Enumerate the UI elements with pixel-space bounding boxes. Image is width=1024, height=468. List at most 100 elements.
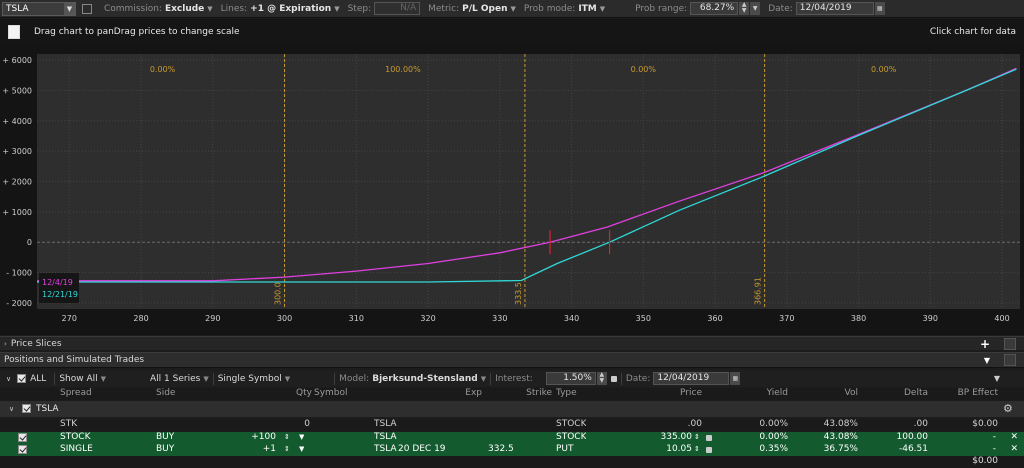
y-tick-label: + 5000	[2, 86, 32, 95]
show-all-filter[interactable]: Show All	[59, 374, 97, 384]
cell-strike[interactable]: 332.5	[488, 444, 514, 456]
chevron-right-icon[interactable]: ›	[4, 340, 7, 348]
commission-value[interactable]: Exclude	[165, 4, 204, 14]
lock-icon[interactable]	[610, 375, 617, 382]
cell-price[interactable]: 10.05	[630, 444, 692, 456]
close-icon[interactable]: ✕	[1010, 444, 1018, 454]
cell-side[interactable]: BUY	[156, 444, 216, 456]
x-tick-label: 360	[707, 314, 722, 323]
chart-mode-icon[interactable]	[82, 3, 92, 14]
close-icon[interactable]: ✕	[1010, 432, 1018, 442]
interest-field[interactable]: 1.50%	[545, 372, 596, 385]
price-slices-bar[interactable]: › Price Slices +	[0, 336, 1024, 351]
col-yield[interactable]: Yield	[720, 388, 788, 400]
col-type[interactable]: Type	[556, 388, 616, 400]
panel-button[interactable]	[1004, 337, 1016, 350]
y-tick-label: + 3000	[2, 147, 32, 156]
series-filter[interactable]: All 1 Series	[150, 374, 200, 384]
date-field[interactable]: 12/04/2019	[795, 2, 874, 15]
cell-type[interactable]: PUT	[556, 444, 574, 456]
stepper-icon[interactable]: ⇕	[284, 432, 290, 444]
positions-controls: ∨ ALL Show All ▼ All 1 Series ▼ Single S…	[0, 370, 1024, 387]
stepper-icon[interactable]: ▲ ▼	[596, 372, 607, 385]
metric-value[interactable]: P/L Open	[462, 4, 507, 14]
cell-spread: STK	[60, 419, 78, 429]
chevron-down-icon[interactable]: ▼	[600, 5, 605, 13]
table-row[interactable]: STK 0 TSLA STOCK .00 0.00% 43.08% .00 $0…	[0, 419, 1024, 431]
symbol-mode[interactable]: Single Symbol	[218, 374, 282, 384]
date-label: Date:	[625, 373, 651, 384]
cell-type[interactable]: STOCK	[556, 432, 586, 444]
commission-label: Commission:	[104, 3, 162, 14]
lines-value[interactable]: +1 @ Expiration	[250, 4, 331, 14]
prob-range-field[interactable]: 68.27%	[690, 2, 739, 15]
table-row[interactable]: SINGLE BUY +1 ⇕ ▼ TSLA 20 DEC 19 332.5 P…	[0, 444, 1024, 456]
model-value[interactable]: Bjerksund-Stensland	[372, 374, 477, 384]
panel-button[interactable]	[1004, 354, 1016, 366]
chevron-down-icon[interactable]: ▼	[511, 5, 516, 13]
chevron-down-icon[interactable]: ▼	[334, 5, 339, 13]
cell-spread[interactable]: SINGLE	[60, 444, 150, 456]
chevron-down-icon[interactable]: ▼	[481, 375, 486, 383]
collapse-icon[interactable]: ▼	[984, 356, 990, 365]
date-field[interactable]: 12/04/2019	[653, 372, 730, 385]
group-symbol: TSLA	[36, 404, 59, 414]
risk-profile-chart[interactable]: 300.0 333.5 366.91 0.00% 100.00% 0.00% 0.00% +…	[0, 45, 1024, 335]
cell-vol: 43.08%	[823, 432, 858, 442]
stepper-icon[interactable]: ⇕	[284, 444, 290, 456]
select-all-checkbox[interactable]	[17, 374, 27, 383]
chevron-down-icon[interactable]: ∨	[6, 375, 11, 383]
symbol-selector[interactable]: TSLA ▼	[2, 1, 76, 16]
price-slices-title[interactable]: Price Slices	[11, 339, 62, 349]
chevron-down-icon[interactable]: ▼	[101, 375, 106, 383]
calendar-icon[interactable]: ▦	[730, 372, 741, 385]
cell-spread[interactable]: STOCK	[60, 432, 150, 444]
stepper-icon[interactable]: ▲ ▼	[739, 2, 750, 15]
col-side[interactable]: Side	[156, 388, 216, 400]
chevron-down-icon[interactable]: ▼	[64, 2, 75, 15]
cell-bp-effect: -	[992, 432, 996, 442]
col-qty[interactable]: Qty	[240, 388, 312, 400]
gear-icon[interactable]: ⚙	[1003, 401, 1013, 417]
cell-price[interactable]: 335.00	[630, 432, 693, 444]
chevron-down-icon[interactable]: ▼	[207, 5, 212, 13]
cell-qty[interactable]: +1	[232, 444, 276, 456]
lock-icon[interactable]	[706, 447, 712, 453]
cell-side[interactable]: BUY	[156, 432, 216, 444]
lock-icon[interactable]	[706, 435, 712, 441]
group-checkbox[interactable]	[22, 404, 31, 413]
model-label: Model:	[339, 373, 370, 384]
chart-icon[interactable]	[8, 25, 20, 39]
col-exp[interactable]: Exp	[400, 388, 482, 400]
group-row[interactable]: ∨ TSLA ⚙	[0, 401, 1024, 417]
col-symbol[interactable]: Symbol	[314, 388, 374, 400]
chevron-down-icon[interactable]: ▼	[750, 2, 761, 15]
chevron-down-icon[interactable]: ▼	[299, 432, 304, 444]
cell-exp[interactable]: 20 DEC 19	[398, 444, 446, 456]
cell-bp-effect: -	[992, 444, 996, 454]
calendar-icon[interactable]: ▦	[874, 2, 885, 15]
chevron-down-icon[interactable]: ▼	[299, 444, 304, 456]
row-checkbox[interactable]	[18, 445, 27, 454]
symbol-text: TSLA	[6, 3, 29, 14]
row-checkbox[interactable]	[18, 433, 27, 442]
step-field[interactable]: N/A	[374, 2, 421, 15]
prob-mode-value[interactable]: ITM	[578, 4, 596, 14]
chevron-down-icon[interactable]: ▼	[994, 374, 1000, 383]
cell-qty[interactable]: +100	[232, 432, 276, 444]
x-tick-label: 390	[923, 314, 938, 323]
col-vol[interactable]: Vol	[790, 388, 858, 400]
chevron-down-icon[interactable]: ▼	[203, 375, 208, 383]
chevron-down-icon[interactable]: ▼	[285, 375, 290, 383]
col-delta[interactable]: Delta	[860, 388, 928, 400]
col-price[interactable]: Price	[640, 388, 702, 400]
col-strike[interactable]: Strike	[486, 388, 552, 400]
col-spread[interactable]: Spread	[60, 388, 150, 400]
col-bp-effect[interactable]: BP Effect	[930, 388, 998, 400]
stepper-icon[interactable]: ⇕	[694, 444, 700, 456]
table-row[interactable]: STOCK BUY +100 ⇕ ▼ TSLA STOCK 335.00 ⇕ 0…	[0, 432, 1024, 444]
add-icon[interactable]: +	[980, 337, 990, 351]
stepper-icon[interactable]: ⇕	[694, 432, 700, 444]
chevron-down-icon[interactable]: ∨	[9, 401, 14, 417]
all-label: ALL	[30, 373, 47, 384]
